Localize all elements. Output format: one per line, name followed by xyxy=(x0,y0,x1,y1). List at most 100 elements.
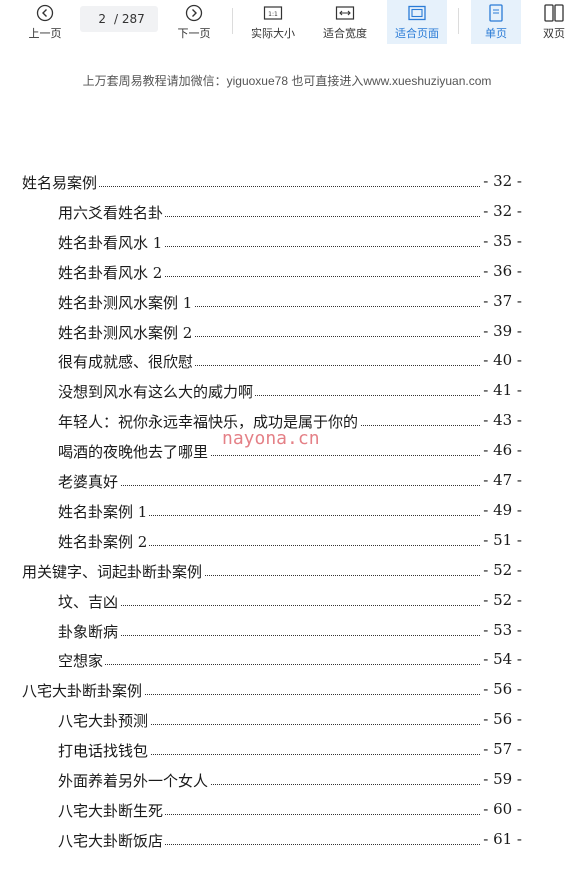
toc-entry-page: - 52 - xyxy=(481,560,522,579)
toc-entry-page: - 47 - xyxy=(481,471,522,489)
single-page-label: 单页 xyxy=(485,27,507,40)
double-page-label: 双页 xyxy=(543,27,565,40)
prev-page-button[interactable]: 上一页 xyxy=(22,0,68,44)
viewer-toolbar: 上一页 2 / 287 下一页 1:1 实际大小 适合宽度 适合页面 单页 双页 xyxy=(0,0,574,44)
current-page-input[interactable]: 2 xyxy=(80,12,106,26)
toc-entry-title: 很有成就感、很欣慰 xyxy=(58,351,196,373)
toc-entry[interactable]: 卦象断病 - 53 - xyxy=(0,620,574,645)
toc-entry[interactable]: 姓名卦看风水 2 - 36 - xyxy=(0,261,574,286)
actual-size-button[interactable]: 1:1 实际大小 xyxy=(244,0,302,44)
toolbar-divider xyxy=(232,8,233,34)
toc-entry-title: 没想到风水有这么大的威力啊 xyxy=(58,381,256,403)
toc-entry-title: 用六爻看姓名卦 xyxy=(58,201,166,223)
page-header-note: 上万套周易教程请加微信：yiguoxue78 也可直接进入www.xueshuz… xyxy=(82,74,492,88)
toc-leader-dots xyxy=(58,634,484,636)
toc-entry-page: - 41 - xyxy=(481,381,522,400)
toc-entry-page: - 35 - xyxy=(481,231,522,250)
toc-entry-title: 姓名卦案例 1 xyxy=(58,500,150,522)
toc-entry-title: 姓名易案例 xyxy=(22,172,100,193)
toc-section-entry[interactable]: 八宅大卦断卦案例 - 56 - xyxy=(0,680,574,704)
toc-entry-title: 老婆真好 xyxy=(58,471,121,492)
single-page-button[interactable]: 单页 xyxy=(471,0,521,44)
toc-entry[interactable]: 姓名卦测风水案例 1 - 37 - xyxy=(0,291,574,316)
prev-page-label: 上一页 xyxy=(28,27,62,40)
toc-leader-dots xyxy=(58,485,484,486)
toc-entry-page: - 59 - xyxy=(481,770,522,788)
toc-entry-page: - 54 - xyxy=(481,650,522,669)
document-page: 上万套周易教程请加微信：yiguoxue78 也可直接进入www.xueshuz… xyxy=(0,44,574,876)
toc-entry-page: - 49 - xyxy=(481,500,522,519)
toc-entry[interactable]: 老婆真好 - 47 - xyxy=(0,471,574,495)
toc-entry[interactable]: 打电话找钱包 - 57 - xyxy=(0,740,574,764)
fit-width-icon xyxy=(335,2,355,24)
toolbar-divider xyxy=(458,8,459,34)
toc-entry-title: 姓名卦看风水 1 xyxy=(58,231,165,253)
toc-entry-title: 姓名卦看风水 2 xyxy=(58,261,165,283)
toc-entry[interactable]: 坟、吉凶 - 52 - xyxy=(0,590,574,615)
toc-entry-title: 八宅大卦断饭店 xyxy=(58,829,166,851)
fit-page-icon xyxy=(407,2,427,24)
toc-entry-title: 用关键字、词起卦断卦案例 xyxy=(22,560,205,582)
chevron-right-circle-icon xyxy=(185,2,203,24)
toc-entry-title: 喝酒的夜晚他去了哪里 xyxy=(58,441,211,463)
actual-size-label: 实际大小 xyxy=(251,27,295,40)
total-pages: / 287 xyxy=(114,12,145,26)
fit-width-label: 适合宽度 xyxy=(323,27,367,40)
toc-section-entry[interactable]: 用关键字、词起卦断卦案例 - 52 - xyxy=(0,560,574,585)
toc-entry-title: 外面养着另外一个女人 xyxy=(58,770,211,791)
toc-entry[interactable]: 很有成就感、很欣慰 - 40 - xyxy=(0,351,574,375)
svg-text:1:1: 1:1 xyxy=(268,11,278,18)
toc-entry-title: 八宅大卦预测 xyxy=(58,710,151,732)
toc-entry-title: 打电话找钱包 xyxy=(58,740,151,762)
toc-entry-page: - 57 - xyxy=(481,740,522,759)
toc-entry-page: - 56 - xyxy=(481,680,522,699)
toc-entry-page: - 46 - xyxy=(481,441,522,460)
toc-entry[interactable]: 姓名卦测风水案例 2 - 39 - xyxy=(0,321,574,346)
toc-entry[interactable]: 姓名卦案例 2 - 51 - xyxy=(0,530,574,555)
toc-entry[interactable]: 用六爻看姓名卦 - 32 - xyxy=(0,201,574,226)
toc-entry[interactable]: 八宅大卦断生死 - 60 - xyxy=(0,799,574,824)
toc-entry-page: - 51 - xyxy=(481,530,522,549)
toc-entry[interactable]: 八宅大卦断饭店 - 61 - xyxy=(0,829,574,854)
toc-entry-page: - 32 - xyxy=(481,172,522,190)
toc-entry-title: 姓名卦案例 2 xyxy=(58,530,150,552)
double-page-button[interactable]: 双页 xyxy=(532,0,574,44)
toc-leader-dots xyxy=(58,664,484,666)
watermark: nayona.cn xyxy=(222,428,320,449)
toc-entry-page: - 53 - xyxy=(481,620,522,639)
toc-entry[interactable]: 外面养着另外一个女人 - 59 - xyxy=(0,770,574,794)
toc-entry[interactable]: 姓名卦看风水 1 - 35 - xyxy=(0,231,574,256)
toc-entry-page: - 43 - xyxy=(481,411,522,430)
toc-entry[interactable]: 姓名卦案例 1 - 49 - xyxy=(0,500,574,525)
toc-entry-page: - 60 - xyxy=(481,799,522,818)
toc-entry-page: - 61 - xyxy=(481,829,522,848)
chevron-left-circle-icon xyxy=(36,2,54,24)
toc-entry-page: - 32 - xyxy=(481,201,522,220)
toc-entry-page: - 39 - xyxy=(481,321,522,340)
page-indicator[interactable]: 2 / 287 xyxy=(80,6,158,32)
toc-entry-page: - 56 - xyxy=(481,710,522,729)
fit-page-button[interactable]: 适合页面 xyxy=(387,0,447,44)
toc-entry-page: - 37 - xyxy=(481,291,522,310)
double-page-icon xyxy=(544,2,564,24)
toc-entry[interactable]: 没想到风水有这么大的威力啊 - 41 - xyxy=(0,381,574,405)
toc-section-entry[interactable]: 姓名易案例 - 32 - xyxy=(0,172,574,196)
toc-entry[interactable]: 空想家 - 54 - xyxy=(0,650,574,674)
toc-entry-title: 八宅大卦断卦案例 xyxy=(22,680,145,702)
next-page-label: 下一页 xyxy=(177,27,211,40)
toc-entry-title: 空想家 xyxy=(58,650,106,672)
fit-width-button[interactable]: 适合宽度 xyxy=(316,0,374,44)
toc-entry-title: 姓名卦测风水案例 2 xyxy=(58,321,195,343)
toc-entry-title: 八宅大卦断生死 xyxy=(58,799,166,821)
toc-entry-title: 坟、吉凶 xyxy=(58,590,121,612)
toc-entry[interactable]: 八宅大卦预测 - 56 - xyxy=(0,710,574,734)
next-page-button[interactable]: 下一页 xyxy=(171,0,217,44)
toc-entry-title: 卦象断病 xyxy=(58,620,121,642)
toc-leader-dots xyxy=(58,604,484,606)
actual-size-icon: 1:1 xyxy=(263,2,283,24)
fit-page-label: 适合页面 xyxy=(395,27,439,40)
toc-entry-title: 姓名卦测风水案例 1 xyxy=(58,291,195,313)
toc-entry-page: - 52 - xyxy=(481,590,522,609)
toc-entry-page: - 36 - xyxy=(481,261,522,280)
toc-entry-page: - 40 - xyxy=(481,351,522,370)
